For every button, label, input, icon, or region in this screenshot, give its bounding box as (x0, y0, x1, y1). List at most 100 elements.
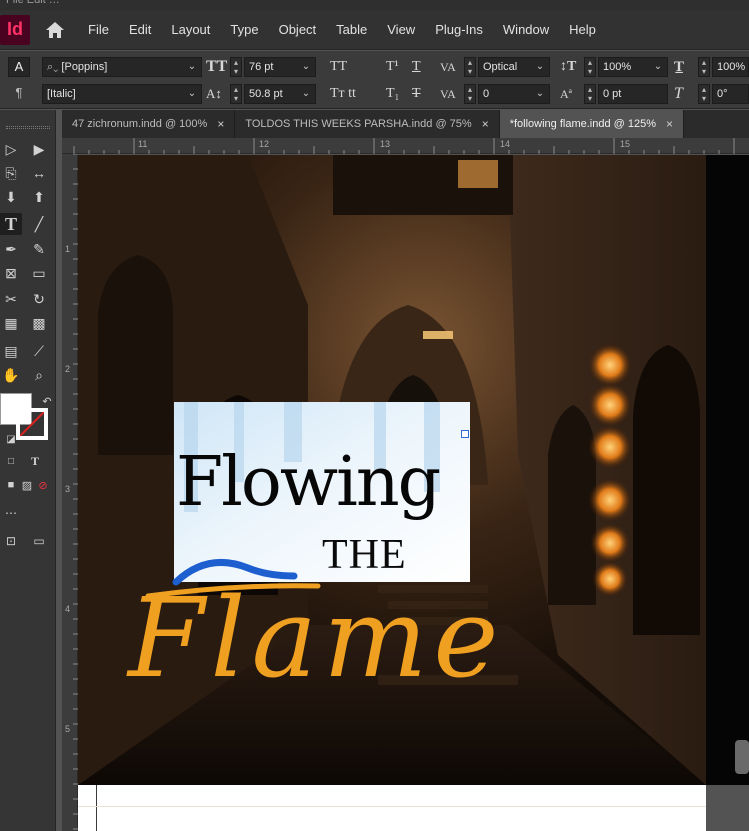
superscript-icon[interactable]: T¹ (386, 57, 399, 77)
baseline-shift-stepper[interactable]: ▴ ▾ (584, 84, 596, 104)
gap-tool-icon[interactable]: ↔ (28, 162, 50, 184)
horizontal-ruler[interactable]: 11 12 13 14 15 (62, 138, 749, 154)
tools-grip[interactable] (6, 126, 50, 129)
menu-file[interactable]: File (78, 18, 119, 42)
close-icon[interactable]: × (217, 117, 224, 131)
font-family-field[interactable]: ⌕⌄ [Poppins] (42, 57, 202, 77)
direct-selection-tool-icon[interactable]: ▶ (28, 138, 50, 160)
menu-plug-ins[interactable]: Plug-Ins (425, 18, 493, 42)
font-size-stepper[interactable]: ▴ ▾ (230, 57, 242, 77)
none-swatch-icon (20, 412, 44, 436)
flame-script-text: Flame (126, 574, 505, 702)
font-family-dropdown[interactable]: ⌄ (184, 57, 200, 77)
leading-stepper[interactable]: ▴ ▾ (230, 84, 242, 104)
gradient-swatch-tool-icon[interactable]: ▦ (0, 312, 22, 334)
close-icon[interactable]: × (482, 117, 489, 131)
leading-dropdown[interactable]: ⌄ (298, 84, 314, 104)
small-caps-icon[interactable]: Tт tt (330, 84, 356, 104)
underline-icon[interactable]: T (412, 57, 421, 77)
strikethrough-icon[interactable]: T (412, 84, 421, 104)
font-style-field[interactable]: [Italic] (42, 84, 202, 104)
apply-none-icon[interactable]: ⊘ (32, 474, 54, 496)
presentation-mode-icon[interactable]: ▭ (28, 530, 50, 552)
home-button[interactable] (40, 15, 70, 45)
zoom-tool-icon[interactable]: ⌕ (28, 364, 50, 386)
character-mode-button[interactable]: A (8, 57, 30, 77)
pen-tool-icon[interactable]: ✒ (0, 238, 22, 260)
search-icon: ⌕⌄ (47, 61, 62, 73)
font-size-dropdown[interactable]: ⌄ (298, 57, 314, 77)
gradient-feather-tool-icon[interactable]: ▩ (28, 312, 50, 334)
note-tool-icon[interactable]: ▤ (0, 340, 22, 362)
vertical-scrollbar-thumb[interactable] (735, 740, 749, 774)
menu-help[interactable]: Help (559, 18, 606, 42)
swap-fill-stroke-icon[interactable]: ↶ (36, 390, 58, 412)
rectangle-tool-icon[interactable]: ▭ (28, 262, 50, 284)
menu-layout[interactable]: Layout (161, 18, 220, 42)
document-tab-bar: 47 zichronum.indd @ 100% × TOLDOS THIS W… (62, 110, 749, 138)
formatting-container-icon[interactable]: □ (0, 450, 22, 472)
page-lower-area[interactable] (78, 785, 706, 831)
skew-field[interactable]: 0° (712, 84, 749, 104)
tracking-icon: VA (440, 87, 456, 101)
kerning-stepper[interactable]: ▴ ▾ (464, 57, 476, 77)
font-size-icon: TT (206, 58, 228, 75)
ruler-label: 12 (259, 139, 270, 149)
column-guide (78, 806, 706, 807)
selection-tool-icon[interactable]: ▷ (0, 138, 22, 160)
menu-edit[interactable]: Edit (119, 18, 161, 42)
default-fill-stroke-icon[interactable]: ◪ (0, 428, 22, 450)
content-placer-icon[interactable]: ⬆ (28, 186, 50, 208)
kerning-icon: VA (440, 60, 456, 74)
font-family-value: [Poppins] (61, 61, 108, 73)
title-flame[interactable]: Flame (118, 556, 598, 706)
vertical-scale-dropdown[interactable]: ⌄ (650, 57, 666, 77)
baseline-shift-icon: Aª (560, 87, 572, 101)
skew-stepper[interactable]: ▴ ▾ (698, 84, 710, 104)
horizontal-scale-field[interactable]: 100% (712, 57, 749, 77)
line-tool-icon[interactable]: ╱ (28, 213, 50, 235)
font-style-dropdown[interactable]: ⌄ (184, 84, 200, 104)
scissors-tool-icon[interactable]: ✂ (0, 288, 22, 310)
tab-zichronum[interactable]: 47 zichronum.indd @ 100% × (62, 110, 236, 138)
baseline-shift-field[interactable]: 0 pt (598, 84, 668, 104)
ruler-label: 5 (65, 724, 71, 734)
menu-bar: Id File Edit Layout Type Object Table Vi… (0, 10, 749, 50)
content-collector-icon[interactable]: ⬇ (0, 186, 22, 208)
type-tool-icon[interactable]: T (0, 213, 22, 235)
subscript-icon[interactable]: T₁ (386, 84, 399, 104)
menu-window[interactable]: Window (493, 18, 559, 42)
ruler-label: 4 (65, 604, 71, 614)
view-mode-icon[interactable]: ⋯ (0, 502, 22, 524)
hand-tool-icon[interactable]: ✋ (0, 364, 22, 386)
menu-view[interactable]: View (377, 18, 425, 42)
vertical-scale-stepper[interactable]: ▴ ▾ (584, 57, 596, 77)
rectangle-frame-tool-icon[interactable]: ⊠ (0, 262, 22, 284)
title-flowing[interactable]: Flowing (176, 442, 441, 524)
free-transform-tool-icon[interactable]: ↻ (28, 288, 50, 310)
pencil-tool-icon[interactable]: ✎ (28, 238, 50, 260)
tracking-stepper[interactable]: ▴ ▾ (464, 84, 476, 104)
eyedropper-tool-icon[interactable]: ⟋ (28, 340, 50, 362)
tab-toldos[interactable]: TOLDOS THIS WEEKS PARSHA.indd @ 75% × (235, 110, 500, 138)
page-tool-icon[interactable]: ⎘ (0, 162, 22, 184)
kerning-dropdown[interactable]: ⌄ (532, 57, 548, 77)
indesign-logo-icon: Id (0, 14, 30, 45)
frame-handle[interactable] (461, 430, 469, 438)
menu-object[interactable]: Object (269, 18, 327, 42)
all-caps-icon[interactable]: TT (330, 57, 347, 77)
menu-table[interactable]: Table (326, 18, 377, 42)
horizontal-scale-icon: T̲ (674, 59, 685, 75)
tab-label: *following flame.indd @ 125% (509, 118, 657, 130)
menu-type[interactable]: Type (220, 18, 268, 42)
close-icon[interactable]: × (666, 117, 673, 131)
screen-mode-icon[interactable]: ⊡ (0, 530, 22, 552)
vertical-ruler[interactable]: 1 2 3 4 5 (62, 154, 78, 831)
pasteboard-dark-area (706, 155, 749, 785)
horizontal-scale-stepper[interactable]: ▴ ▾ (698, 57, 710, 77)
ruler-label: 3 (65, 484, 71, 494)
paragraph-mode-button[interactable]: ¶ (8, 83, 30, 103)
tab-following-flame[interactable]: *following flame.indd @ 125% × (499, 110, 685, 138)
formatting-text-icon[interactable]: T (24, 450, 46, 472)
tracking-dropdown[interactable]: ⌄ (532, 84, 548, 104)
